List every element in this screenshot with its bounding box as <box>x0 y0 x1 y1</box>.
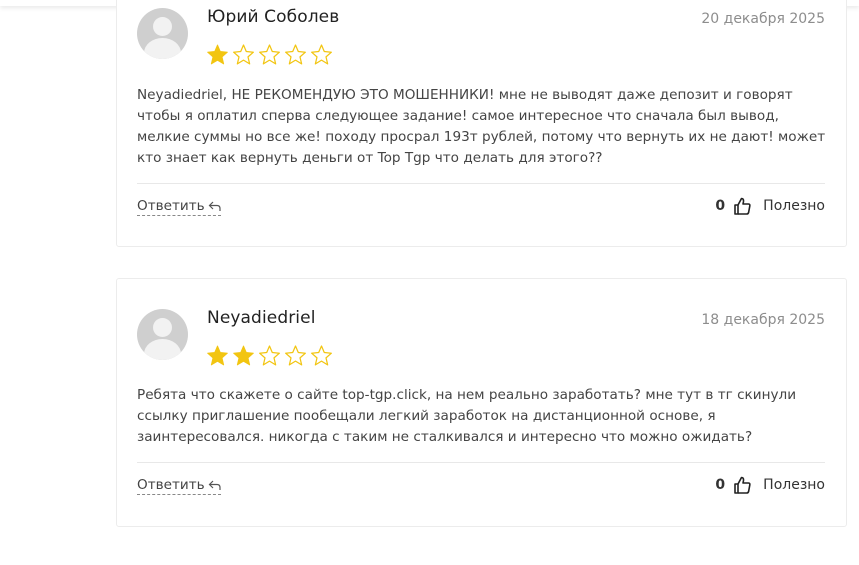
divider <box>137 462 825 463</box>
star-empty-icon <box>311 44 332 65</box>
star-empty-icon <box>285 44 306 65</box>
thumbs-up-icon[interactable] <box>734 476 751 494</box>
user-avatar-icon-head <box>153 318 172 337</box>
divider <box>137 183 825 184</box>
star-empty-icon <box>285 345 306 366</box>
helpful-count: 0 <box>715 477 726 493</box>
reply-arrow-icon <box>208 480 221 490</box>
rating-stars <box>206 344 333 367</box>
review-date: 18 декабря 2025 <box>701 312 825 328</box>
user-avatar-icon-body <box>144 38 181 59</box>
user-avatar-icon-head <box>153 17 172 36</box>
reply-label: Ответить <box>137 477 205 493</box>
reply-button[interactable]: Ответить <box>137 198 221 216</box>
reply-button[interactable]: Ответить <box>137 477 221 495</box>
review-text: Ребята что скажете о сайте top-tgp.click… <box>137 387 797 445</box>
review-author: Neyadiedriel <box>207 308 316 328</box>
helpful-count: 0 <box>715 198 726 214</box>
reply-arrow-icon <box>208 201 221 211</box>
helpful-label: Полезно <box>763 198 825 214</box>
avatar <box>137 8 188 59</box>
helpful-section: 0 Полезно <box>715 197 825 215</box>
avatar <box>137 309 188 360</box>
user-avatar-icon-body <box>144 339 181 360</box>
star-empty-icon <box>259 345 280 366</box>
review-card: Neyadiedriel 18 декабря 2025 Ребята что … <box>116 278 847 527</box>
thumbs-up-icon[interactable] <box>734 197 751 215</box>
helpful-section: 0 Полезно <box>715 476 825 494</box>
review-text: Neyadiedriel, НЕ РЕКОМЕНДУЮ ЭТО МОШЕННИК… <box>137 87 826 166</box>
helpful-label: Полезно <box>763 477 825 493</box>
star-filled-icon <box>233 345 254 366</box>
review-date: 20 декабря 2025 <box>701 11 825 27</box>
star-empty-icon <box>311 345 332 366</box>
star-filled-icon <box>207 345 228 366</box>
rating-stars <box>206 43 333 66</box>
review-card: Юрий Соболев 20 декабря 2025 Neyadiedrie… <box>116 0 847 247</box>
star-empty-icon <box>259 44 280 65</box>
star-empty-icon <box>233 44 254 65</box>
star-filled-icon <box>207 44 228 65</box>
reply-label: Ответить <box>137 198 205 214</box>
review-author: Юрий Соболев <box>207 7 340 27</box>
